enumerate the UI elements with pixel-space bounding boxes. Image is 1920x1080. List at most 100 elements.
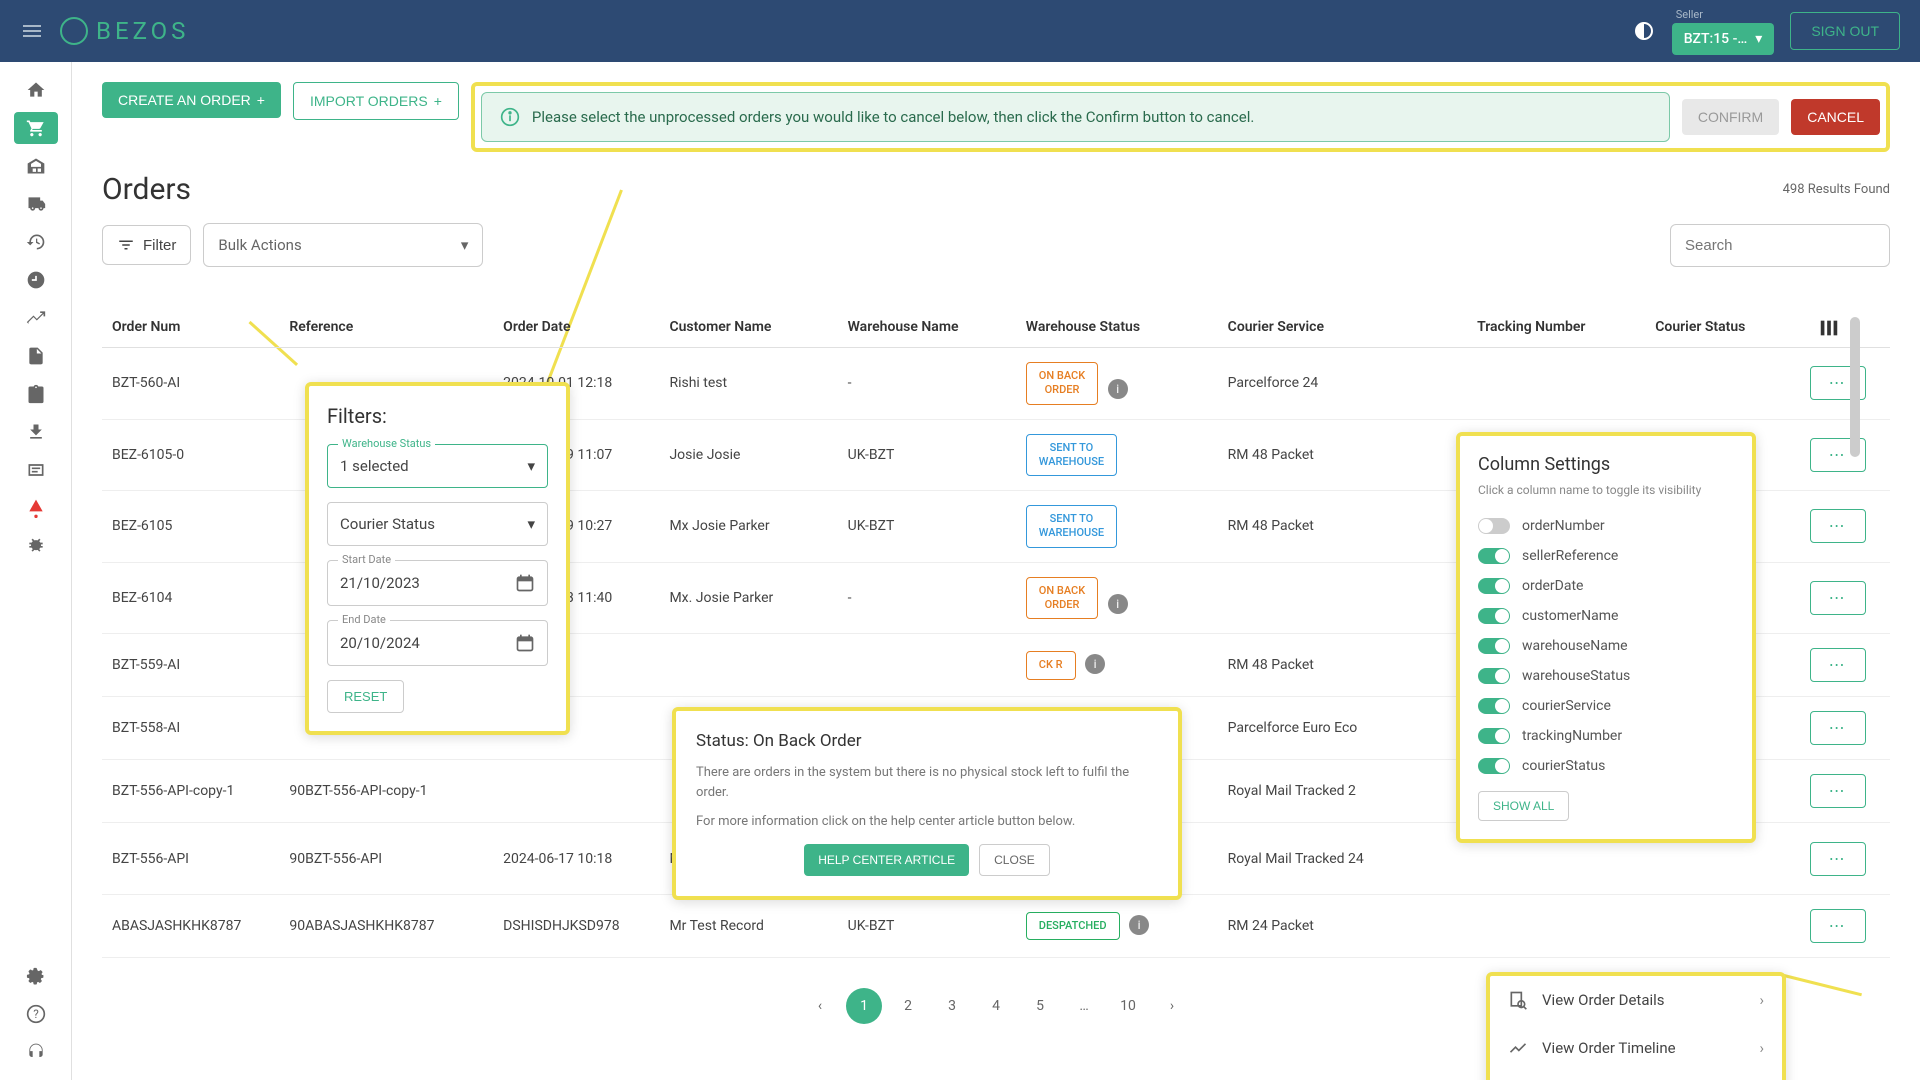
filter-button[interactable]: Filter (102, 225, 191, 265)
cell-order: BZT-560-AI (102, 348, 279, 420)
sidebar-help[interactable]: ? (14, 998, 58, 1030)
page-…[interactable]: … (1066, 988, 1102, 1024)
sidebar-warehouse[interactable] (14, 150, 58, 182)
tooltip-title: Status: On Back Order (696, 731, 1158, 751)
sidebar-home[interactable] (14, 74, 58, 106)
menu-view-order-details[interactable]: View Order Details› (1490, 976, 1782, 1024)
end-date-input[interactable]: End Date 20/10/2024 (327, 620, 548, 666)
tooltip-close-button[interactable]: CLOSE (979, 844, 1050, 876)
cell-order: BZT-556-API-copy-1 (102, 760, 279, 823)
tooltip-line1: There are orders in the system but there… (696, 763, 1158, 802)
col-order-date[interactable]: Order Date (493, 307, 659, 348)
row-actions-button[interactable]: ⋯ (1810, 711, 1866, 745)
col-toggle-customerName[interactable]: customerName (1478, 601, 1734, 631)
theme-toggle-icon[interactable] (1632, 19, 1656, 43)
cell-status: CK R i (1016, 634, 1218, 697)
toggle-icon (1478, 728, 1510, 744)
chevron-down-icon: ▾ (527, 515, 535, 533)
col-tracking-number[interactable]: Tracking Number (1467, 307, 1645, 348)
info-icon[interactable]: i (1108, 594, 1128, 614)
page-next[interactable]: › (1154, 988, 1190, 1024)
app-header: BEZOS Seller BZT:15 -… ▾ SIGN OUT (0, 0, 1920, 62)
columns-icon[interactable] (1818, 317, 1840, 339)
toggle-icon (1478, 518, 1510, 534)
cell-order: BZT-558-AI (102, 697, 279, 760)
cell-courier: RM 24 Packet (1218, 894, 1467, 957)
seller-dropdown[interactable]: BZT:15 -… ▾ (1672, 23, 1775, 55)
sidebar-settings[interactable] (14, 960, 58, 992)
col-customer-name[interactable]: Customer Name (659, 307, 837, 348)
info-icon[interactable]: i (1085, 654, 1105, 674)
page-10[interactable]: 10 (1110, 988, 1146, 1024)
sidebar-notes[interactable] (14, 454, 58, 486)
hamburger-icon[interactable] (20, 19, 44, 43)
cell-warehouse: - (838, 562, 1016, 634)
page-prev[interactable]: ‹ (802, 988, 838, 1024)
sidebar-document[interactable] (14, 340, 58, 372)
reset-button[interactable]: RESET (327, 680, 404, 713)
confirm-button[interactable]: CONFIRM (1682, 99, 1779, 135)
create-order-button[interactable]: CREATE AN ORDER + (102, 82, 281, 118)
col-courier-status[interactable]: Courier Status (1645, 307, 1799, 348)
col-toggle-warehouseStatus[interactable]: warehouseStatus (1478, 661, 1734, 691)
cell-status: SENT TOWAREHOUSE (1016, 419, 1218, 491)
sidebar-alert[interactable] (14, 492, 58, 524)
row-actions-menu: View Order Details›View Order Timeline›P… (1486, 972, 1786, 1080)
cell-date (493, 760, 659, 823)
sidebar-orders[interactable] (14, 112, 58, 144)
col-toggle-sellerReference[interactable]: sellerReference (1478, 541, 1734, 571)
info-icon[interactable]: i (1129, 915, 1149, 935)
vertical-scrollbar[interactable] (1850, 317, 1860, 457)
search-input[interactable] (1670, 224, 1890, 267)
menu-view-commercial-invoice[interactable]: PDFView Commercial Invoice› (1490, 1072, 1782, 1080)
page-5[interactable]: 5 (1022, 988, 1058, 1024)
col-warehouse-status[interactable]: Warehouse Status (1016, 307, 1218, 348)
brand-logo[interactable]: BEZOS (60, 17, 189, 45)
col-toggle-courierStatus[interactable]: courierStatus (1478, 751, 1734, 781)
page-3[interactable]: 3 (934, 988, 970, 1024)
col-order-number[interactable]: Order Num (102, 307, 279, 348)
status-chip: ON BACKORDER (1026, 577, 1098, 620)
menu-view-order-timeline[interactable]: View Order Timeline› (1490, 1024, 1782, 1072)
sidebar-clock[interactable] (14, 264, 58, 296)
import-orders-button[interactable]: IMPORT ORDERS + (293, 82, 459, 120)
chevron-right-icon: › (1759, 991, 1764, 1009)
page-4[interactable]: 4 (978, 988, 1014, 1024)
col-toggle-trackingNumber[interactable]: trackingNumber (1478, 721, 1734, 751)
page-2[interactable]: 2 (890, 988, 926, 1024)
warehouse-status-select[interactable]: Warehouse Status 1 selected ▾ (327, 444, 548, 488)
col-toggle-warehouseName[interactable]: warehouseName (1478, 631, 1734, 661)
courier-status-select[interactable]: Courier Status ▾ (327, 502, 548, 546)
bulk-actions-dropdown[interactable]: Bulk Actions ▾ (203, 223, 483, 267)
sidebar-support[interactable] (14, 1036, 58, 1068)
sidebar-history[interactable] (14, 226, 58, 258)
sidebar-bug[interactable] (14, 530, 58, 562)
help-article-button[interactable]: HELP CENTER ARTICLE (804, 844, 969, 876)
signout-button[interactable]: SIGN OUT (1790, 12, 1900, 50)
status-chip: DESPATCHED (1026, 912, 1120, 940)
row-actions-button[interactable]: ⋯ (1810, 581, 1866, 615)
col-courier-service[interactable]: Courier Service (1218, 307, 1467, 348)
col-warehouse-name[interactable]: Warehouse Name (838, 307, 1016, 348)
cancel-banner-highlight: Please select the unprocessed orders you… (471, 82, 1890, 152)
page-1[interactable]: 1 (846, 988, 882, 1024)
sidebar-clipboard[interactable] (14, 378, 58, 410)
info-icon[interactable]: i (1108, 379, 1128, 399)
sidebar-download[interactable] (14, 416, 58, 448)
sidebar-analytics[interactable] (14, 302, 58, 334)
row-actions-button[interactable]: ⋯ (1810, 774, 1866, 808)
col-toggle-orderDate[interactable]: orderDate (1478, 571, 1734, 601)
start-date-input[interactable]: Start Date 21/10/2023 (327, 560, 548, 606)
show-all-button[interactable]: SHOW ALL (1478, 791, 1569, 821)
row-actions-button[interactable]: ⋯ (1810, 842, 1866, 876)
col-seller-reference[interactable]: Reference (279, 307, 493, 348)
sidebar-shipping[interactable] (14, 188, 58, 220)
row-actions-button[interactable]: ⋯ (1810, 909, 1866, 943)
cancel-button[interactable]: CANCEL (1791, 99, 1880, 135)
cell-customer: Mx Josie Parker (659, 491, 837, 563)
col-toggle-courierService[interactable]: courierService (1478, 691, 1734, 721)
col-toggle-orderNumber[interactable]: orderNumber (1478, 511, 1734, 541)
status-chip: SENT TOWAREHOUSE (1026, 434, 1117, 477)
row-actions-button[interactable]: ⋯ (1810, 509, 1866, 543)
row-actions-button[interactable]: ⋯ (1810, 648, 1866, 682)
